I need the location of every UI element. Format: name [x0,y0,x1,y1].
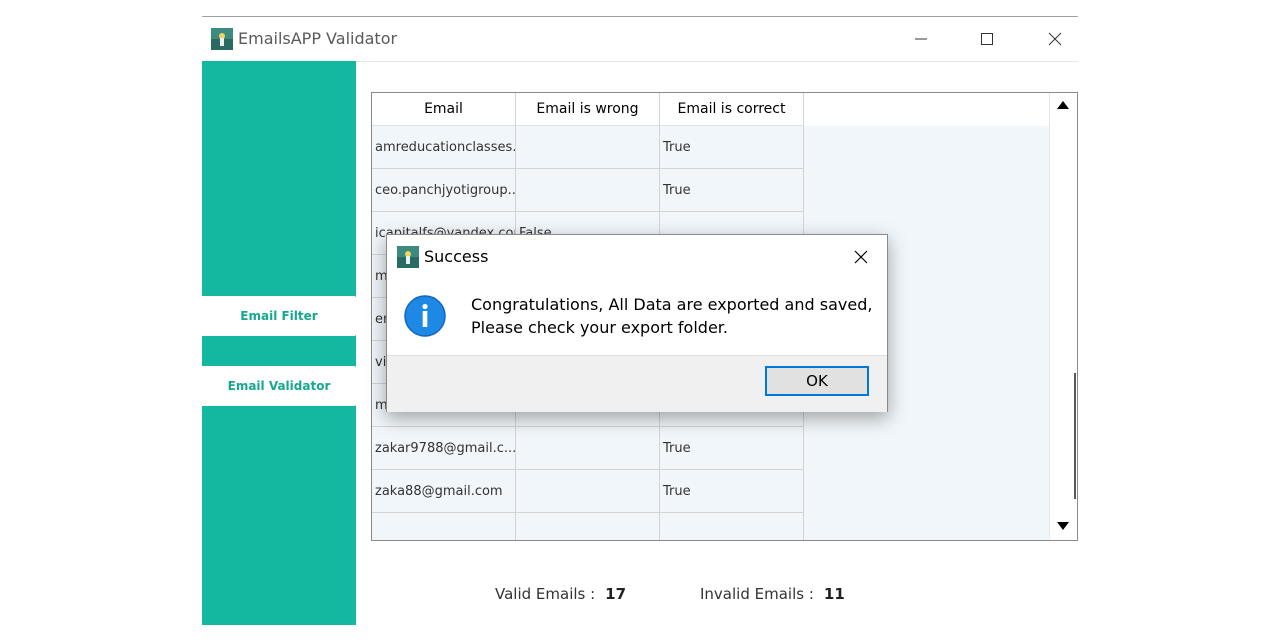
info-icon [404,295,446,337]
close-icon [1048,32,1062,46]
dialog-footer: OK [387,355,887,412]
table-cell-correct[interactable]: True [660,169,804,212]
table-cell-correct[interactable]: True [660,513,804,540]
dialog-title: Success [424,247,489,266]
minimize-button[interactable] [898,21,944,57]
maximize-button[interactable] [964,21,1010,57]
table-cell-wrong[interactable] [516,169,660,212]
table-cell-correct[interactable]: True [660,427,804,470]
scrollbar-thumb[interactable] [1074,373,1076,499]
app-logo-icon [211,28,233,50]
vertical-scrollbar[interactable] [1049,93,1076,538]
invalid-emails-count: 11 [823,585,845,603]
table-cell-wrong[interactable] [516,427,660,470]
column-header-email-correct[interactable]: Email is correct [660,93,804,126]
table-cell-correct[interactable]: True [660,126,804,169]
valid-emails-label: Valid Emails : [495,585,596,603]
close-icon [854,250,868,264]
caret-up-icon [1057,101,1069,109]
table-cell-wrong[interactable] [516,126,660,169]
window-title: EmailsAPP Validator [238,29,398,48]
sidebar-item-email-filter[interactable]: Email Filter [202,296,356,336]
sidebar: Email Filter Email Validator [202,61,356,625]
sidebar-item-email-validator[interactable]: Email Validator [202,366,356,406]
success-dialog: Success Congratulations, All Data are ex… [386,234,888,412]
app-logo-icon [397,246,419,268]
invalid-emails-stat: Invalid Emails : 11 [700,585,845,603]
table-cell-email[interactable]: zaka88@gmail.com [372,470,516,513]
table-cell-wrong[interactable] [516,470,660,513]
dialog-message-line-2: Please check your export folder. [471,318,728,337]
table-cell-email[interactable]: zakar9788@gmail.c... [372,427,516,470]
invalid-emails-label: Invalid Emails : [700,585,814,603]
maximize-icon [981,33,993,45]
title-bar: EmailsAPP Validator [202,17,1078,61]
close-button[interactable] [1032,21,1078,57]
valid-emails-stat: Valid Emails : 17 [495,585,626,603]
dialog-close-button[interactable] [843,241,879,273]
table-cell-correct[interactable]: True [660,470,804,513]
column-header-email-wrong[interactable]: Email is wrong [516,93,660,126]
scroll-up-button[interactable] [1050,93,1076,117]
dialog-message-line-1: Congratulations, All Data are exported a… [471,295,873,314]
table-cell-email[interactable]: amreducationclasses... [372,126,516,169]
table-cell-email[interactable]: mitracollins1@gmail.... [372,513,516,540]
table-cell-wrong[interactable] [516,513,660,540]
column-header-email[interactable]: Email [372,93,516,126]
dialog-message: Congratulations, All Data are exported a… [471,293,872,339]
caret-down-icon [1057,522,1069,530]
minimize-icon [915,38,927,40]
scroll-down-button[interactable] [1050,514,1076,538]
table-cell-email[interactable]: ceo.panchjyotigroup... [372,169,516,212]
valid-emails-count: 17 [605,585,627,603]
ok-button[interactable]: OK [765,366,869,396]
